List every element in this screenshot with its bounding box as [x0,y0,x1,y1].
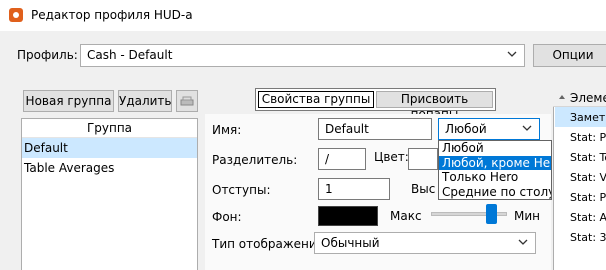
tray-icon [180,96,194,106]
title-bar: Редактор профиля HUD-а [0,0,606,31]
filter-option-any-except-hero[interactable]: Любой, кроме Hero [439,155,551,170]
elements-item[interactable]: Stat: To [570,151,606,164]
options-button[interactable]: Опции [533,44,606,67]
tab-assign-popups[interactable]: Присвоить попапы [376,91,493,121]
hud-editor-app-icon [9,8,23,22]
separator-label: Разделитель: [212,153,298,167]
flat-button-icon[interactable] [176,90,198,112]
elements-item[interactable]: Stat: A [570,211,606,224]
window-title: Редактор профиля HUD-а [31,8,193,22]
min-label: Мин [514,209,540,223]
elements-item[interactable]: Stat: Pl [570,131,606,144]
background-color-swatch[interactable] [318,206,378,226]
name-field[interactable]: Default [318,118,432,140]
padding-field[interactable]: 1 [318,178,390,200]
sort-arrow-icon [559,95,565,99]
height-label: Выс [411,182,436,196]
display-type-select[interactable]: Обычный [314,232,536,254]
elements-item[interactable]: Замет [570,111,605,124]
new-group-button[interactable]: Новая группа [23,90,114,112]
filter-select-value: Любой [445,122,487,136]
filter-option-table-averages[interactable]: Средние по столу [439,185,551,200]
elements-item[interactable]: Stat: PF [570,191,606,204]
max-label: Макс [390,209,422,223]
tab-group-properties[interactable]: Свойства группы [258,91,374,108]
delete-group-button[interactable]: Удалить [118,90,172,112]
elements-item[interactable]: Stat: 3B [570,231,606,244]
elements-item[interactable]: Stat: VP [570,171,606,184]
profile-select-value: Cash - Default [87,48,173,62]
color-label: Цвет: [374,150,409,164]
group-list[interactable]: Группа Default Table Averages [21,118,198,270]
elements-header: Элеме [570,91,606,105]
profile-label: Профиль: [17,48,78,62]
group-item-default[interactable]: Default [22,138,197,158]
opacity-slider-thumb[interactable] [486,204,497,224]
separator-field[interactable]: / [318,148,366,170]
chevron-down-icon [518,239,528,245]
chevron-down-icon [522,125,532,131]
background-label: Фон: [212,210,242,224]
filter-option-hero-only[interactable]: Только Hero [439,170,551,185]
name-label: Имя: [212,123,242,137]
chevron-down-icon [507,51,517,57]
color-field[interactable] [408,148,438,170]
display-type-value: Обычный [321,236,380,250]
group-item-table-averages[interactable]: Table Averages [22,158,197,178]
group-list-header: Группа [22,119,197,138]
display-type-label: Тип отображения: [212,237,328,251]
filter-dropdown-list: Любой Любой, кроме Hero Только Hero Сред… [438,140,552,200]
padding-label: Отступы: [212,183,271,197]
filter-option-any[interactable]: Любой [439,141,551,156]
filter-select[interactable]: Любой [438,118,540,140]
profile-select[interactable]: Cash - Default [80,44,525,67]
